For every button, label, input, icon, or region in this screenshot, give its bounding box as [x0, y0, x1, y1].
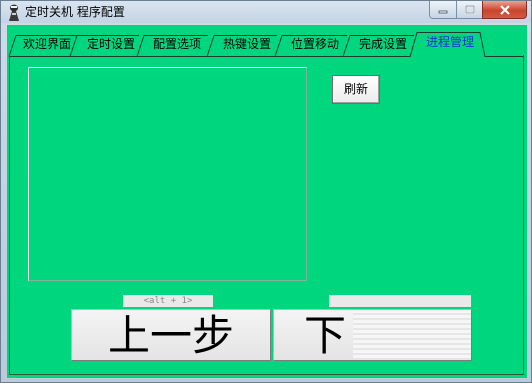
process-list[interactable]: [28, 67, 307, 281]
minimize-button[interactable]: [429, 1, 457, 19]
tab-finish[interactable]: 完成设置: [353, 34, 413, 54]
previous-step-button[interactable]: 上一步: [71, 309, 271, 361]
status-hint-bar: [329, 295, 471, 307]
app-icon: [9, 4, 19, 21]
close-icon: [499, 4, 510, 15]
next-step-label: 下: [304, 311, 347, 360]
tab-hotkeys[interactable]: 热键设置: [217, 34, 277, 54]
tab-welcome[interactable]: 欢迎界面: [18, 34, 76, 54]
tab-timer[interactable]: 定时设置: [81, 34, 141, 54]
application-window: 定时关机 程序配置 欢迎界面 定时设置 配置选项 热键设置 位置移动 完成设置 …: [0, 0, 532, 383]
refresh-button[interactable]: 刷新: [332, 75, 380, 104]
hotkey-hint: <alt + 1>: [123, 295, 213, 307]
next-step-button[interactable]: 下: [273, 309, 472, 361]
tab-position[interactable]: 位置移动: [285, 34, 345, 54]
tab-config[interactable]: 配置选项: [147, 34, 207, 54]
render-artifact: [353, 310, 471, 360]
window-title: 定时关机 程序配置: [25, 5, 125, 19]
client-area: 欢迎界面 定时设置 配置选项 热键设置 位置移动 完成设置 进程管理 刷新 <a…: [7, 25, 527, 378]
maximize-icon: [464, 5, 475, 14]
minimize-icon: [438, 10, 448, 13]
tab-process-manager[interactable]: 进程管理: [419, 31, 481, 55]
maximize-button[interactable]: [456, 1, 483, 19]
close-button[interactable]: [482, 1, 527, 19]
title-bar[interactable]: 定时关机 程序配置: [1, 1, 531, 23]
tab-strip: 欢迎界面 定时设置 配置选项 热键设置 位置移动 完成设置 进程管理: [7, 31, 527, 57]
